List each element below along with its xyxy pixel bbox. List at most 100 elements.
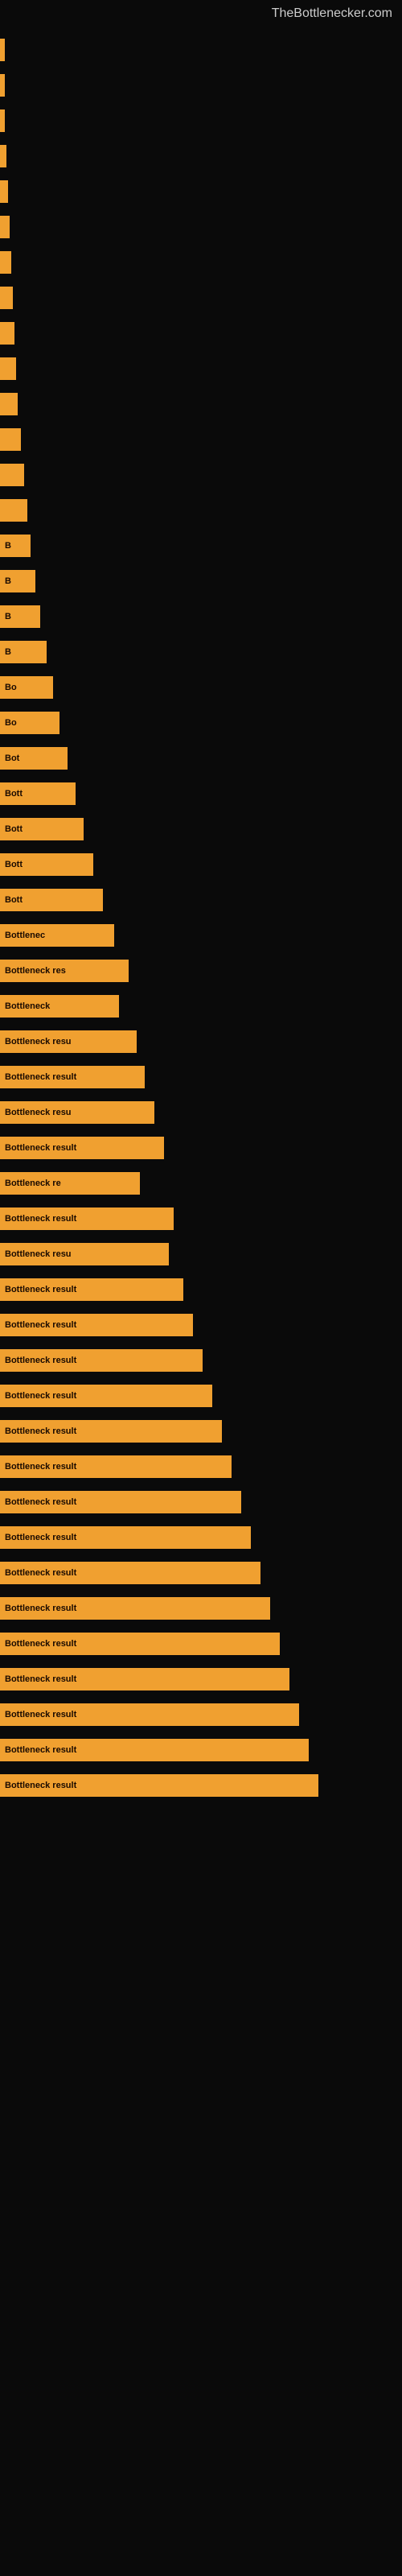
bar-row: B bbox=[0, 599, 402, 634]
bar-row bbox=[0, 209, 402, 245]
bar-item: Bott bbox=[0, 782, 76, 805]
bar-row: Bo bbox=[0, 670, 402, 705]
bar-item: Bottlenec bbox=[0, 924, 114, 947]
bar-item: Bottleneck result bbox=[0, 1420, 222, 1443]
bar-item: Bottleneck result bbox=[0, 1597, 270, 1620]
bar-item: Bo bbox=[0, 676, 53, 699]
bar-item: Bott bbox=[0, 889, 103, 911]
bar-item: Bottleneck result bbox=[0, 1278, 183, 1301]
bar-row: B bbox=[0, 528, 402, 564]
bar-row bbox=[0, 316, 402, 351]
bar-row bbox=[0, 351, 402, 386]
bar-item: B bbox=[0, 535, 31, 557]
bar-row bbox=[0, 422, 402, 457]
bar-item: Bott bbox=[0, 818, 84, 840]
bar-row: Bottleneck result bbox=[0, 1732, 402, 1768]
bar-item bbox=[0, 499, 27, 522]
bar-item: Bot bbox=[0, 747, 68, 770]
bar-item: Bottleneck re bbox=[0, 1172, 140, 1195]
bar-item bbox=[0, 39, 5, 61]
bar-row: Bottleneck result bbox=[0, 1591, 402, 1626]
bar-row: Bott bbox=[0, 882, 402, 918]
bar-row bbox=[0, 32, 402, 68]
bar-item: Bott bbox=[0, 853, 93, 876]
bar-row: B bbox=[0, 634, 402, 670]
bar-row: Bo bbox=[0, 705, 402, 741]
bar-row: Bottleneck result bbox=[0, 1414, 402, 1449]
bar-item: Bo bbox=[0, 712, 59, 734]
bar-row bbox=[0, 68, 402, 103]
bar-item bbox=[0, 428, 21, 451]
bar-row: Bottleneck result bbox=[0, 1697, 402, 1732]
bar-row: B bbox=[0, 564, 402, 599]
bar-item: Bottleneck result bbox=[0, 1314, 193, 1336]
bar-row: Bottleneck res bbox=[0, 953, 402, 989]
bar-row: Bottleneck result bbox=[0, 1378, 402, 1414]
bar-row: Bottlenec bbox=[0, 918, 402, 953]
bar-item: Bottleneck result bbox=[0, 1562, 260, 1584]
bar-row: Bottleneck resu bbox=[0, 1024, 402, 1059]
bar-item: Bottleneck resu bbox=[0, 1030, 137, 1053]
bar-item: Bottleneck result bbox=[0, 1739, 309, 1761]
bar-row: Bottleneck result bbox=[0, 1484, 402, 1520]
bars-container: BBBBBoBoBotBottBottBottBottBottlenecBott… bbox=[0, 24, 402, 1811]
bar-item: Bottleneck result bbox=[0, 1703, 299, 1726]
bar-row: Bottleneck result bbox=[0, 1449, 402, 1484]
bar-item bbox=[0, 251, 11, 274]
bar-item: Bottleneck result bbox=[0, 1633, 280, 1655]
bar-item: Bottleneck result bbox=[0, 1066, 145, 1088]
bar-item: Bottleneck result bbox=[0, 1208, 174, 1230]
bar-item bbox=[0, 357, 16, 380]
bar-item: Bottleneck result bbox=[0, 1491, 241, 1513]
bar-item: Bottleneck result bbox=[0, 1774, 318, 1797]
bar-row: Bottleneck result bbox=[0, 1555, 402, 1591]
bar-item bbox=[0, 287, 13, 309]
site-title: TheBottlenecker.com bbox=[0, 0, 402, 24]
bar-item: Bottleneck result bbox=[0, 1137, 164, 1159]
bar-item bbox=[0, 145, 6, 167]
bar-row: Bott bbox=[0, 847, 402, 882]
bar-item bbox=[0, 180, 8, 203]
bar-row: Bottleneck result bbox=[0, 1626, 402, 1662]
bar-item bbox=[0, 216, 10, 238]
bar-item: B bbox=[0, 605, 40, 628]
bar-item: Bottleneck result bbox=[0, 1385, 212, 1407]
bar-item: B bbox=[0, 641, 47, 663]
bar-row: Bottleneck resu bbox=[0, 1095, 402, 1130]
bar-item: Bottleneck result bbox=[0, 1526, 251, 1549]
bar-row bbox=[0, 280, 402, 316]
bar-item: Bottleneck res bbox=[0, 960, 129, 982]
bar-item bbox=[0, 322, 14, 345]
bar-row: Bottleneck result bbox=[0, 1520, 402, 1555]
bar-item bbox=[0, 464, 24, 486]
bar-row: Bottleneck result bbox=[0, 1307, 402, 1343]
bar-row bbox=[0, 245, 402, 280]
bar-item: Bottleneck resu bbox=[0, 1101, 154, 1124]
bar-item: Bottleneck resu bbox=[0, 1243, 169, 1265]
bar-row bbox=[0, 103, 402, 138]
bar-row: Bottleneck result bbox=[0, 1768, 402, 1803]
bar-row bbox=[0, 138, 402, 174]
bar-item: Bottleneck result bbox=[0, 1668, 289, 1690]
bar-item: Bottleneck result bbox=[0, 1349, 203, 1372]
bar-row bbox=[0, 174, 402, 209]
bar-item: Bottleneck bbox=[0, 995, 119, 1018]
bar-row: Bottleneck result bbox=[0, 1059, 402, 1095]
bar-item: Bottleneck result bbox=[0, 1455, 232, 1478]
bar-row: Bott bbox=[0, 811, 402, 847]
bar-row: Bottleneck result bbox=[0, 1272, 402, 1307]
bar-row: Bott bbox=[0, 776, 402, 811]
bar-row: Bot bbox=[0, 741, 402, 776]
bar-row: Bottleneck result bbox=[0, 1130, 402, 1166]
bar-row: Bottleneck resu bbox=[0, 1236, 402, 1272]
bar-item: B bbox=[0, 570, 35, 592]
bar-item bbox=[0, 109, 5, 132]
bar-row: Bottleneck re bbox=[0, 1166, 402, 1201]
bar-item bbox=[0, 393, 18, 415]
bar-row: Bottleneck result bbox=[0, 1343, 402, 1378]
bar-row: Bottleneck result bbox=[0, 1201, 402, 1236]
bar-row: Bottleneck result bbox=[0, 1662, 402, 1697]
bar-row bbox=[0, 386, 402, 422]
bar-row bbox=[0, 457, 402, 493]
bar-row bbox=[0, 493, 402, 528]
